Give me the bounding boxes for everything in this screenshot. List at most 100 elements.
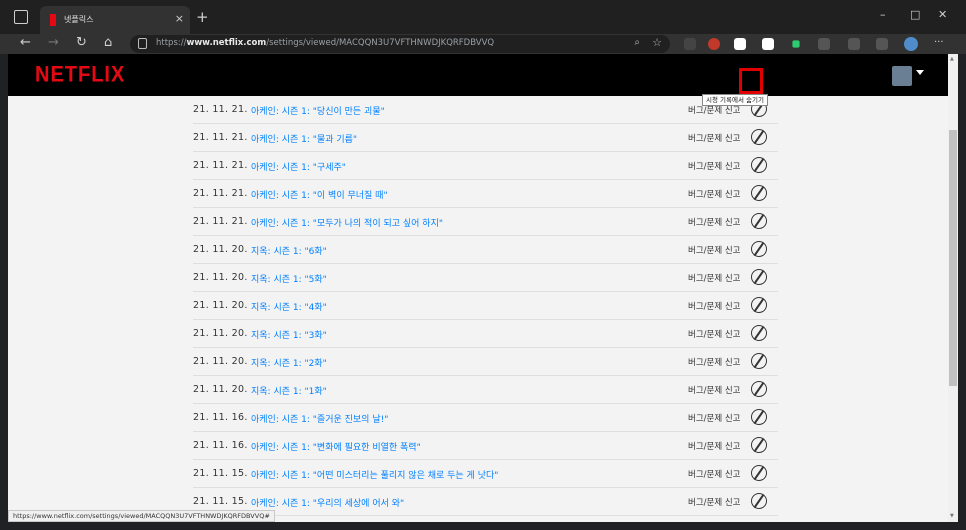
history-row: 21. 11. 20. 지옥: 시즌 1: "2화" 버그/문제 신고	[193, 348, 778, 376]
extension-icon[interactable]	[762, 38, 774, 50]
history-date: 21. 11. 21.	[193, 160, 248, 171]
history-title-link[interactable]: 아케인: 시즌 1: "모두가 나의 적이 되고 싶어 하지"	[251, 216, 443, 229]
report-problem-link[interactable]: 버그/문제 신고	[688, 412, 741, 424]
hide-from-history-icon[interactable]	[751, 269, 767, 285]
history-date: 21. 11. 15.	[193, 496, 248, 507]
address-bar[interactable]: https://www.netflix.com/settings/viewed/…	[130, 35, 670, 53]
profile-avatar[interactable]	[904, 37, 918, 51]
history-date: 21. 11. 20.	[193, 300, 248, 311]
hide-from-history-icon[interactable]	[751, 157, 767, 173]
lock-icon[interactable]	[138, 38, 147, 49]
tab-actions-icon[interactable]	[14, 10, 28, 24]
refresh-icon[interactable]: ↻	[76, 35, 87, 50]
history-title-link[interactable]: 아케인: 시즌 1: "변화에 필요한 비열한 폭력"	[251, 440, 421, 453]
history-title-link[interactable]: 지옥: 시즌 1: "5화"	[251, 272, 327, 285]
scroll-down-icon[interactable]: ▼	[950, 513, 954, 519]
zoom-icon[interactable]: ⌕	[634, 37, 640, 48]
report-problem-link[interactable]: 버그/문제 신고	[688, 272, 741, 284]
report-problem-link[interactable]: 버그/문제 신고	[688, 356, 741, 368]
url-text[interactable]: https://www.netflix.com/settings/viewed/…	[156, 38, 494, 48]
browser-toolbar: ← → ↻ ⌂ https://www.netflix.com/settings…	[0, 34, 966, 54]
history-date: 21. 11. 21.	[193, 188, 248, 199]
hide-from-history-icon[interactable]	[751, 381, 767, 397]
history-title-link[interactable]: 아케인: 시즌 1: "당신이 만든 괴물"	[251, 104, 385, 117]
history-title-link[interactable]: 아케인: 시즌 1: "우리의 세상에 어서 와"	[251, 496, 404, 509]
hide-from-history-icon[interactable]	[751, 129, 767, 145]
report-problem-link[interactable]: 버그/문제 신고	[688, 244, 741, 256]
favorites-icon[interactable]	[848, 38, 860, 50]
report-problem-link[interactable]: 버그/문제 신고	[688, 496, 741, 508]
history-title-link[interactable]: 아케인: 시즌 1: "즐거운 진보의 날!"	[251, 412, 388, 425]
history-row: 21. 11. 21. 아케인: 시즌 1: "구세주" 버그/문제 신고	[193, 152, 778, 180]
browser-window: 넷플릭스 × + – □ ✕ ← → ↻ ⌂ https://www.netfl…	[0, 0, 966, 530]
report-problem-link[interactable]: 버그/문제 신고	[688, 188, 741, 200]
hide-from-history-icon[interactable]	[751, 353, 767, 369]
report-problem-link[interactable]: 버그/문제 신고	[688, 132, 741, 144]
history-date: 21. 11. 21.	[193, 104, 248, 115]
back-icon[interactable]: ←	[20, 35, 31, 50]
history-title-link[interactable]: 지옥: 시즌 1: "2화"	[251, 356, 327, 369]
hide-from-history-icon[interactable]	[751, 297, 767, 313]
tab-title: 넷플릭스	[64, 15, 94, 24]
tab-strip: 넷플릭스 × + – □ ✕	[0, 0, 966, 34]
report-problem-link[interactable]: 버그/문제 신고	[688, 440, 741, 452]
favorite-star-icon[interactable]: ☆	[652, 36, 662, 49]
vertical-scrollbar[interactable]: ▲ ▼	[948, 54, 958, 522]
scrollbar-thumb[interactable]	[949, 130, 957, 386]
history-title-link[interactable]: 지옥: 시즌 1: "4화"	[251, 300, 327, 313]
history-title-link[interactable]: 아케인: 시즌 1: "물과 기름"	[251, 132, 357, 145]
home-icon[interactable]: ⌂	[104, 35, 112, 50]
extension-icon[interactable]	[684, 38, 696, 50]
scroll-up-icon[interactable]: ▲	[950, 56, 954, 62]
hide-from-history-icon[interactable]	[751, 325, 767, 341]
history-title-link[interactable]: 아케인: 시즌 1: "어떤 미스터리는 풀리지 않은 채로 두는 게 낫다"	[251, 468, 498, 481]
history-title-link[interactable]: 지옥: 시즌 1: "6화"	[251, 244, 327, 257]
history-row: 21. 11. 21. 아케인: 시즌 1: "모두가 나의 적이 되고 싶어 하…	[193, 208, 778, 236]
history-title-link[interactable]: 아케인: 시즌 1: "구세주"	[251, 160, 346, 173]
tab-close-icon[interactable]: ×	[175, 12, 184, 25]
history-row: 21. 11. 16. 아케인: 시즌 1: "즐거운 진보의 날!" 버그/문제 …	[193, 404, 778, 432]
hide-from-history-icon[interactable]	[751, 185, 767, 201]
collections-icon[interactable]	[876, 38, 888, 50]
netflix-favicon-icon	[50, 14, 56, 26]
history-title-link[interactable]: 아케인: 시즌 1: "이 벽이 무너질 때"	[251, 188, 388, 201]
history-date: 21. 11. 20.	[193, 384, 248, 395]
history-date: 21. 11. 20.	[193, 356, 248, 367]
account-avatar[interactable]	[892, 66, 912, 86]
report-problem-link[interactable]: 버그/문제 신고	[688, 384, 741, 396]
menu-icon[interactable]: ···	[934, 37, 944, 48]
hide-from-history-icon[interactable]	[751, 437, 767, 453]
tab-netflix[interactable]: 넷플릭스 ×	[40, 6, 190, 34]
hide-from-history-icon[interactable]	[751, 409, 767, 425]
history-title-link[interactable]: 지옥: 시즌 1: "1화"	[251, 384, 327, 397]
new-tab-button[interactable]: +	[196, 8, 209, 26]
history-row: 21. 11. 15. 아케인: 시즌 1: "어떤 미스터리는 풀리지 않은 채…	[193, 460, 778, 488]
caret-down-icon[interactable]	[916, 70, 924, 75]
extension-icon[interactable]	[734, 38, 746, 50]
netflix-header: NETFLIX	[8, 54, 948, 96]
report-problem-link[interactable]: 버그/문제 신고	[688, 468, 741, 480]
extensions-icon[interactable]	[818, 38, 830, 50]
netflix-logo[interactable]: NETFLIX	[35, 63, 125, 88]
maximize-button[interactable]: □	[910, 8, 920, 21]
window-border	[958, 54, 966, 530]
hide-from-history-icon[interactable]	[751, 213, 767, 229]
report-problem-link[interactable]: 버그/문제 신고	[688, 216, 741, 228]
minimize-button[interactable]: –	[880, 8, 886, 21]
viewing-history-list: 21. 11. 21. 아케인: 시즌 1: "당신이 만든 괴물" 버그/문제 신…	[8, 96, 948, 522]
hide-from-history-icon[interactable]	[751, 241, 767, 257]
history-date: 21. 11. 20.	[193, 244, 248, 255]
history-title-link[interactable]: 지옥: 시즌 1: "3화"	[251, 328, 327, 341]
extension-icon[interactable]	[792, 40, 800, 48]
adblock-extension-icon[interactable]	[708, 38, 720, 50]
hide-from-history-icon[interactable]	[751, 493, 767, 509]
history-row: 21. 11. 21. 아케인: 시즌 1: "물과 기름" 버그/문제 신고	[193, 124, 778, 152]
close-window-button[interactable]: ✕	[938, 8, 947, 21]
history-row: 21. 11. 20. 지옥: 시즌 1: "1화" 버그/문제 신고	[193, 376, 778, 404]
forward-icon[interactable]: →	[48, 35, 59, 50]
hide-from-history-icon[interactable]	[751, 465, 767, 481]
report-problem-link[interactable]: 버그/문제 신고	[688, 160, 741, 172]
report-problem-link[interactable]: 버그/문제 신고	[688, 300, 741, 312]
history-date: 21. 11. 16.	[193, 412, 248, 423]
report-problem-link[interactable]: 버그/문제 신고	[688, 328, 741, 340]
